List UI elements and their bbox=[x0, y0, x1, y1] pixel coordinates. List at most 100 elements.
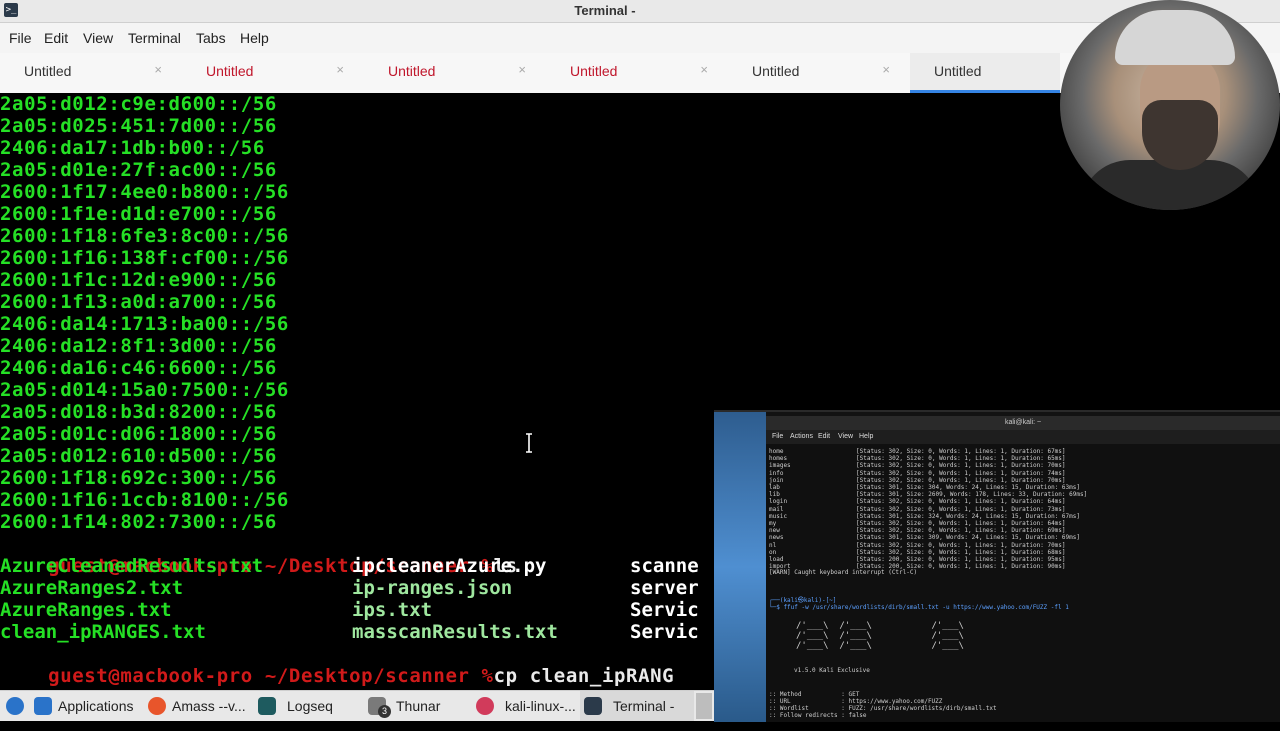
ffuf-result-path: lib bbox=[769, 491, 780, 499]
taskbar-label: Thunar bbox=[396, 698, 441, 714]
ffuf-option: :: Wordlist : FUZZ: /usr/share/wordlists… bbox=[769, 705, 997, 712]
ls-entry: ips.txt bbox=[352, 599, 433, 621]
window-title: Terminal - bbox=[574, 3, 636, 18]
menu-terminal[interactable]: Terminal bbox=[128, 30, 181, 46]
kali-prompt-line: ┌──(kali㉿kali)-[~] bbox=[769, 597, 837, 604]
ffuf-result-path: homes bbox=[769, 455, 788, 463]
ffuf-result-status: [Status: 302, Size: 0, Words: 1, Lines: … bbox=[856, 520, 1066, 527]
output-line: 2406:da16:c46:6600::/56 bbox=[0, 357, 277, 379]
ffuf-result-status: [Status: 302, Size: 0, Words: 1, Lines: … bbox=[856, 541, 1066, 549]
menu-view[interactable]: View bbox=[83, 30, 113, 46]
kali-menu-edit[interactable]: Edit bbox=[818, 433, 830, 440]
tab-2[interactable]: Untitled × bbox=[182, 53, 364, 90]
prompt-line: guest@macbook-pro ~/Desktop/scanner % bbox=[0, 665, 506, 709]
output-line: 2600:1f13:a0d:a700::/56 bbox=[0, 291, 277, 313]
ls-entry: AzureRanges.txt bbox=[0, 599, 172, 621]
webcam-overlay bbox=[1060, 0, 1280, 210]
kali-warn-line: [WARN] Caught keyboard interrupt (Ctrl-C… bbox=[769, 569, 918, 576]
ffuf-version: v1.5.0 Kali Exclusive bbox=[794, 667, 870, 674]
kali-icon bbox=[476, 697, 494, 715]
tab-3[interactable]: Untitled × bbox=[364, 53, 546, 90]
kali-menu-bar: File Actions Edit View Help bbox=[766, 430, 1280, 444]
kali-menu-view[interactable]: View bbox=[838, 433, 853, 440]
menu-edit[interactable]: Edit bbox=[44, 30, 68, 46]
ffuf-result-status: [Status: 200, Size: 0, Words: 1, Lines: … bbox=[856, 556, 1066, 563]
prompt-line: guest@macbook-pro ~/Desktop/scanner %cp … bbox=[0, 643, 674, 687]
ffuf-result-path: nl bbox=[769, 541, 777, 549]
taskbar-firefox[interactable]: Amass --v... bbox=[144, 691, 252, 721]
taskbar-kali-linux[interactable]: kali-linux-... bbox=[472, 691, 580, 721]
picture-in-picture-window: kali@kali: ~ File Actions Edit View Help… bbox=[714, 410, 1280, 722]
kali-menu-icon bbox=[34, 697, 52, 715]
kali-menu-actions[interactable]: Actions bbox=[790, 433, 813, 440]
ffuf-result-status: [Status: 302, Size: 0, Words: 1, Lines: … bbox=[856, 548, 1066, 556]
output-line: 2600:1f14:802:7300::/56 bbox=[0, 511, 277, 533]
ls-entry: Servic bbox=[630, 599, 699, 621]
output-line: 2406:da17:1db:b00::/56 bbox=[0, 137, 265, 159]
tab-label: Untitled bbox=[388, 63, 436, 79]
output-line: 2600:1f16:138f:cf00::/56 bbox=[0, 247, 289, 269]
output-line: 2600:1f1e:d1d:e700::/56 bbox=[0, 203, 277, 225]
output-line: 2a05:d012:610:d500::/56 bbox=[0, 445, 277, 467]
ffuf-result-status: [Status: 302, Size: 0, Words: 1, Lines: … bbox=[856, 448, 1066, 455]
title-bar: >_ Terminal - bbox=[0, 0, 1280, 23]
output-line: 2a05:d012:c9e:d600::/56 bbox=[0, 93, 277, 115]
tab-label: Untitled bbox=[570, 63, 618, 79]
menu-tabs[interactable]: Tabs bbox=[196, 30, 226, 46]
tab-label: Untitled bbox=[24, 63, 72, 79]
tab-close-icon[interactable]: × bbox=[518, 62, 526, 77]
ffuf-option: :: URL : https://www.yahoo.com/FUZZ bbox=[769, 698, 943, 705]
output-line: 2406:da12:8f1:3d00::/56 bbox=[0, 335, 277, 357]
ls-entry: server bbox=[630, 577, 699, 599]
ffuf-result-path: load bbox=[769, 556, 784, 563]
taskbar-label: Logseq bbox=[287, 698, 333, 714]
output-line: 2600:1f18:692c:300::/56 bbox=[0, 467, 277, 489]
kali-menu-file[interactable]: File bbox=[772, 433, 783, 440]
ffuf-result-status: [Status: 302, Size: 0, Words: 1, Lines: … bbox=[856, 505, 1066, 513]
taskbar-thunar[interactable]: 3 Thunar bbox=[364, 691, 464, 721]
ffuf-result-status: [Status: 302, Size: 0, Words: 1, Lines: … bbox=[856, 527, 1066, 535]
tab-1[interactable]: Untitled × bbox=[0, 53, 182, 90]
menu-help[interactable]: Help bbox=[240, 30, 269, 46]
taskbar-label: Amass --v... bbox=[172, 698, 246, 714]
ffuf-banner: /'___\ /'___\ /'___\ bbox=[796, 621, 964, 631]
ffuf-option: :: Follow redirects : false bbox=[769, 712, 867, 719]
tab-close-icon[interactable]: × bbox=[154, 62, 162, 77]
ffuf-result-path: my bbox=[769, 520, 777, 527]
taskbar: Applications Amass --v... Logseq 3 Thuna… bbox=[0, 690, 714, 721]
tab-close-icon[interactable]: × bbox=[336, 62, 344, 77]
firefox-icon bbox=[148, 697, 166, 715]
ls-entry: ipcleanerAzure.py bbox=[352, 555, 547, 577]
ffuf-result-path: news bbox=[769, 534, 784, 542]
tab-4[interactable]: Untitled × bbox=[546, 53, 728, 90]
prompt-line: guest@macbook-pro ~/Desktop/scanner %ls bbox=[0, 533, 518, 577]
command-text: cp clean_ipRANG bbox=[493, 665, 675, 687]
taskbar-terminal[interactable]: Terminal - bbox=[580, 691, 694, 721]
ffuf-result-path: home bbox=[769, 448, 784, 455]
ffuf-result-path: new bbox=[769, 527, 780, 535]
tab-6[interactable]: Untitled bbox=[910, 53, 1060, 93]
tab-label: Untitled bbox=[934, 63, 982, 79]
output-line: 2600:1f1c:12d:e900::/56 bbox=[0, 269, 277, 291]
taskbar-label: Applications bbox=[58, 698, 134, 714]
output-line: 2406:da14:1713:ba00::/56 bbox=[0, 313, 289, 335]
taskbar-logseq[interactable]: Logseq bbox=[254, 691, 354, 721]
tab-close-icon[interactable]: × bbox=[700, 62, 708, 77]
desktop-background bbox=[714, 412, 766, 722]
tab-5[interactable]: Untitled × bbox=[728, 53, 910, 90]
ffuf-result-path: mail bbox=[769, 505, 784, 513]
taskbar-overflow[interactable] bbox=[696, 693, 712, 719]
taskbar-label: Terminal - bbox=[613, 698, 675, 714]
ffuf-option: :: Method : GET bbox=[769, 691, 860, 698]
ffuf-result-path: images bbox=[769, 462, 791, 470]
output-line: 2600:1f18:6fe3:8c00::/56 bbox=[0, 225, 289, 247]
tab-close-icon[interactable]: × bbox=[882, 62, 890, 77]
ffuf-result-path: music bbox=[769, 512, 788, 520]
kali-menu-help[interactable]: Help bbox=[859, 433, 873, 440]
ffuf-banner: /'___\ /'___\ /'___\ bbox=[796, 631, 964, 641]
window-count-badge: 3 bbox=[378, 705, 391, 718]
taskbar-applications[interactable]: Applications bbox=[0, 691, 140, 721]
ffuf-result-status: [Status: 301, Size: 309, Words: 24, Line… bbox=[856, 534, 1080, 542]
ffuf-result-path: login bbox=[769, 498, 788, 506]
menu-file[interactable]: File bbox=[9, 30, 32, 46]
